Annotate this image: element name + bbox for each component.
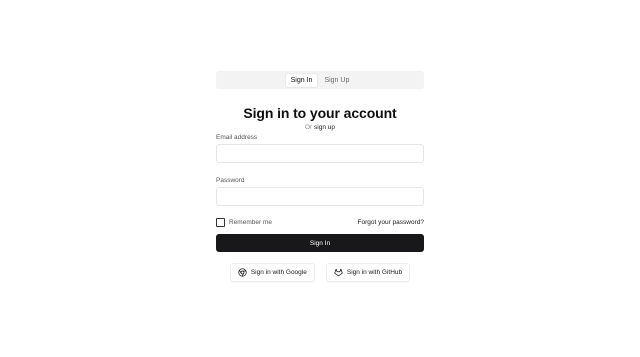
sign-up-prompt-prefix: Or (304, 124, 313, 131)
sign-up-link[interactable]: sign up (314, 124, 335, 131)
auth-tabs: Sign In Sign Up (216, 71, 424, 89)
sign-in-card: Sign In Sign Up Sign in to your account … (216, 71, 424, 282)
password-field[interactable] (216, 187, 424, 206)
remember-me-checkbox[interactable] (216, 217, 225, 227)
social-sign-in: Sign in with Google Sign in with GitHub (216, 263, 424, 282)
github-sign-in-label: Sign in with GitHub (346, 269, 403, 276)
page-title: Sign in to your account (243, 105, 397, 121)
options-row: Remember me Forgot your password? (216, 217, 424, 227)
password-label: Password (216, 177, 245, 184)
google-sign-in-button[interactable]: Sign in with Google (229, 263, 315, 282)
sign-in-button[interactable]: Sign In (216, 234, 424, 252)
email-label: Email address (216, 134, 258, 141)
tab-sign-up[interactable]: Sign Up (319, 74, 354, 87)
tab-sign-in[interactable]: Sign In (285, 73, 318, 87)
forgot-password-link[interactable]: Forgot your password? (358, 219, 424, 226)
remember-me[interactable]: Remember me (216, 217, 272, 227)
github-sign-in-button[interactable]: Sign in with GitHub (325, 263, 411, 282)
sign-up-prompt: Or sign up (216, 124, 424, 131)
remember-me-label: Remember me (229, 218, 272, 226)
sign-in-button-label: Sign In (309, 239, 331, 247)
gitlab-icon (334, 268, 343, 277)
chrome-icon (238, 268, 247, 277)
email-field[interactable] (216, 144, 424, 163)
google-sign-in-label: Sign in with Google (250, 269, 307, 276)
